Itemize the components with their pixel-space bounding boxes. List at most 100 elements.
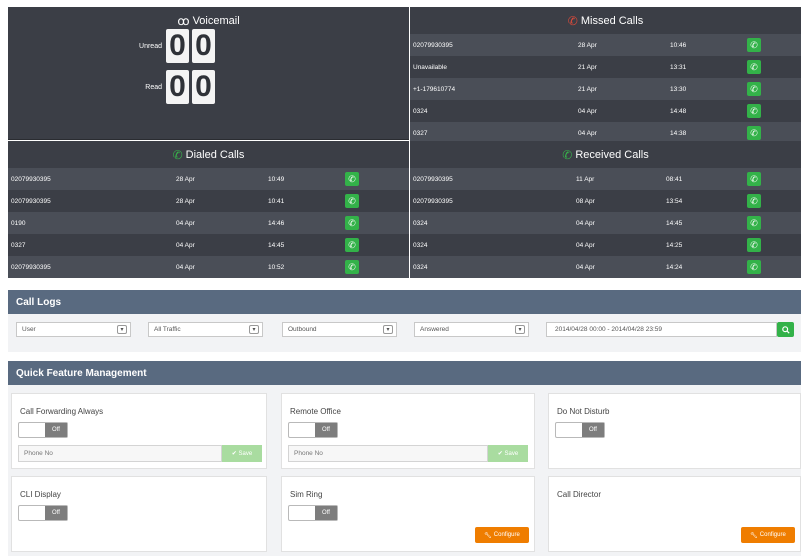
call-forwarding-toggle[interactable]: Off: [18, 422, 68, 438]
call-number: 02079930395: [11, 175, 51, 183]
call-date: 11 Apr: [576, 175, 595, 183]
call-number: +1-179610774: [413, 85, 456, 93]
chevron-down-icon[interactable]: ▾: [117, 325, 127, 334]
received-call-row: 02079930395 11 Apr 08:41 ✆: [410, 168, 801, 190]
phone-icon: ✆: [348, 239, 356, 250]
call-back-button[interactable]: ✆: [747, 172, 761, 186]
call-number: 02079930395: [11, 263, 51, 271]
call-time: 14:38: [670, 129, 687, 137]
chevron-down-icon[interactable]: ▾: [515, 325, 525, 334]
call-time: 14:24: [666, 263, 683, 271]
voicemail-read-counter: Read 0 0: [132, 70, 218, 104]
call-date: 28 Apr: [176, 197, 195, 205]
missed-calls-list: 02079930395 28 Apr 10:46 ✆ Unavailable 21 Apr…: [410, 34, 801, 144]
sim-ring-toggle[interactable]: Off: [288, 505, 338, 521]
call-back-button[interactable]: ✆: [747, 60, 761, 74]
call-time: 10:52: [268, 263, 285, 271]
call-back-button[interactable]: ✆: [345, 216, 359, 230]
missed-calls-panel: ✆ Missed Calls 02079930395 28 Apr 10:46 ✆ Un…: [410, 7, 801, 144]
call-time: 13:31: [670, 63, 687, 71]
call-back-button[interactable]: ✆: [747, 238, 761, 252]
call-forwarding-label: Call Forwarding Always: [20, 407, 104, 416]
chevron-down-icon[interactable]: ▾: [383, 325, 393, 334]
received-calls-list: 02079930395 11 Apr 08:41 ✆ 02079930395 08 Apr…: [410, 168, 801, 278]
traffic-select[interactable]: All Traffic ▾: [148, 322, 263, 337]
call-number: 02079930395: [413, 175, 453, 183]
do-not-disturb-toggle[interactable]: Off: [555, 422, 605, 438]
call-time: 14:48: [670, 107, 687, 115]
cli-display-toggle[interactable]: Off: [18, 505, 68, 521]
configure-label: Configure: [493, 532, 520, 538]
call-back-button[interactable]: ✆: [747, 126, 761, 140]
dialed-call-row: 02079930395 04 Apr 10:52 ✆: [8, 256, 409, 278]
voicemail-unread-counter: Unread 0 0: [132, 29, 218, 63]
call-time: 14:46: [268, 219, 285, 227]
call-director-configure-button[interactable]: 🔧︎ Configure: [741, 527, 795, 543]
toggle-off-label: Off: [45, 506, 67, 520]
call-time: 14:45: [666, 219, 683, 227]
missed-call-icon: ✆: [567, 13, 578, 28]
dialed-calls-panel: ✆ Dialed Calls 02079930395 28 Apr 10:49 ✆ 02…: [8, 141, 409, 278]
call-back-button[interactable]: ✆: [747, 194, 761, 208]
missed-calls-header: ✆ Missed Calls: [410, 7, 801, 34]
cli-display-card: CLI Display Off: [11, 476, 267, 552]
call-forwarding-save-button[interactable]: ✔ Save: [222, 445, 262, 462]
direction-select-value: Outbound: [288, 326, 317, 333]
call-back-button[interactable]: ✆: [747, 260, 761, 274]
sim-ring-label: Sim Ring: [290, 490, 323, 499]
check-icon: ✔: [231, 451, 237, 457]
call-date: 21 Apr: [578, 85, 597, 93]
call-back-button[interactable]: ✆: [345, 194, 359, 208]
call-time: 10:41: [268, 197, 285, 205]
call-back-button[interactable]: ✆: [747, 216, 761, 230]
call-director-label: Call Director: [557, 490, 602, 499]
dialed-calls-title: Dialed Calls: [185, 148, 245, 161]
phone-placeholder: Phone No: [24, 450, 53, 457]
user-select-value: User: [22, 326, 36, 333]
call-date: 08 Apr: [576, 197, 595, 205]
received-calls-panel: ✆ Received Calls 02079930395 11 Apr 08:41 ✆…: [410, 141, 801, 278]
call-back-button[interactable]: ✆: [747, 38, 761, 52]
status-select[interactable]: Answered ▾: [414, 322, 529, 337]
call-forwarding-card: Call Forwarding Always Off Phone No ✔ Sa…: [11, 393, 267, 469]
chevron-down-icon[interactable]: ▾: [249, 325, 259, 334]
received-calls-title: Received Calls: [575, 148, 649, 161]
call-back-button[interactable]: ✆: [345, 260, 359, 274]
call-back-button[interactable]: ✆: [747, 104, 761, 118]
received-call-row: 0324 04 Apr 14:24 ✆: [410, 256, 801, 278]
received-call-row: 02079930395 08 Apr 13:54 ✆: [410, 190, 801, 212]
phone-icon: ✆: [750, 83, 758, 94]
direction-select[interactable]: Outbound ▾: [282, 322, 397, 337]
call-number: 0327: [413, 129, 428, 137]
phone-placeholder: Phone No: [294, 450, 323, 457]
remote-office-phone-input[interactable]: Phone No: [288, 445, 488, 462]
call-date: 04 Apr: [176, 263, 195, 271]
date-range-input[interactable]: 2014/04/28 00:00 - 2014/04/28 23:59: [546, 322, 777, 337]
call-director-card: Call Director 🔧︎ Configure: [548, 476, 801, 552]
search-button[interactable]: [777, 322, 794, 337]
unread-digit: 0: [192, 29, 215, 63]
call-back-button[interactable]: ✆: [345, 172, 359, 186]
sim-ring-configure-button[interactable]: 🔧︎ Configure: [475, 527, 529, 543]
call-number: 0324: [413, 241, 428, 249]
call-number: 0324: [413, 263, 428, 271]
received-call-row: 0324 04 Apr 14:45 ✆: [410, 212, 801, 234]
call-logs-title: Call Logs: [16, 296, 62, 308]
call-time: 14:25: [666, 241, 683, 249]
call-date: 04 Apr: [578, 129, 597, 137]
save-label: Save: [238, 450, 253, 457]
remote-office-label: Remote Office: [290, 407, 341, 416]
remote-office-save-button[interactable]: ✔ Save: [488, 445, 528, 462]
call-back-button[interactable]: ✆: [345, 238, 359, 252]
user-select[interactable]: User ▾: [16, 322, 131, 337]
phone-icon: ✆: [348, 261, 356, 272]
call-back-button[interactable]: ✆: [747, 82, 761, 96]
call-date: 04 Apr: [578, 107, 597, 115]
remote-office-toggle[interactable]: Off: [288, 422, 338, 438]
call-date: 04 Apr: [576, 263, 595, 271]
call-number: 0190: [11, 219, 26, 227]
call-forwarding-phone-input[interactable]: Phone No: [18, 445, 222, 462]
phone-icon: ✆: [750, 217, 758, 228]
read-digit: 0: [192, 70, 215, 104]
call-logs-bar: Call Logs: [8, 290, 801, 314]
